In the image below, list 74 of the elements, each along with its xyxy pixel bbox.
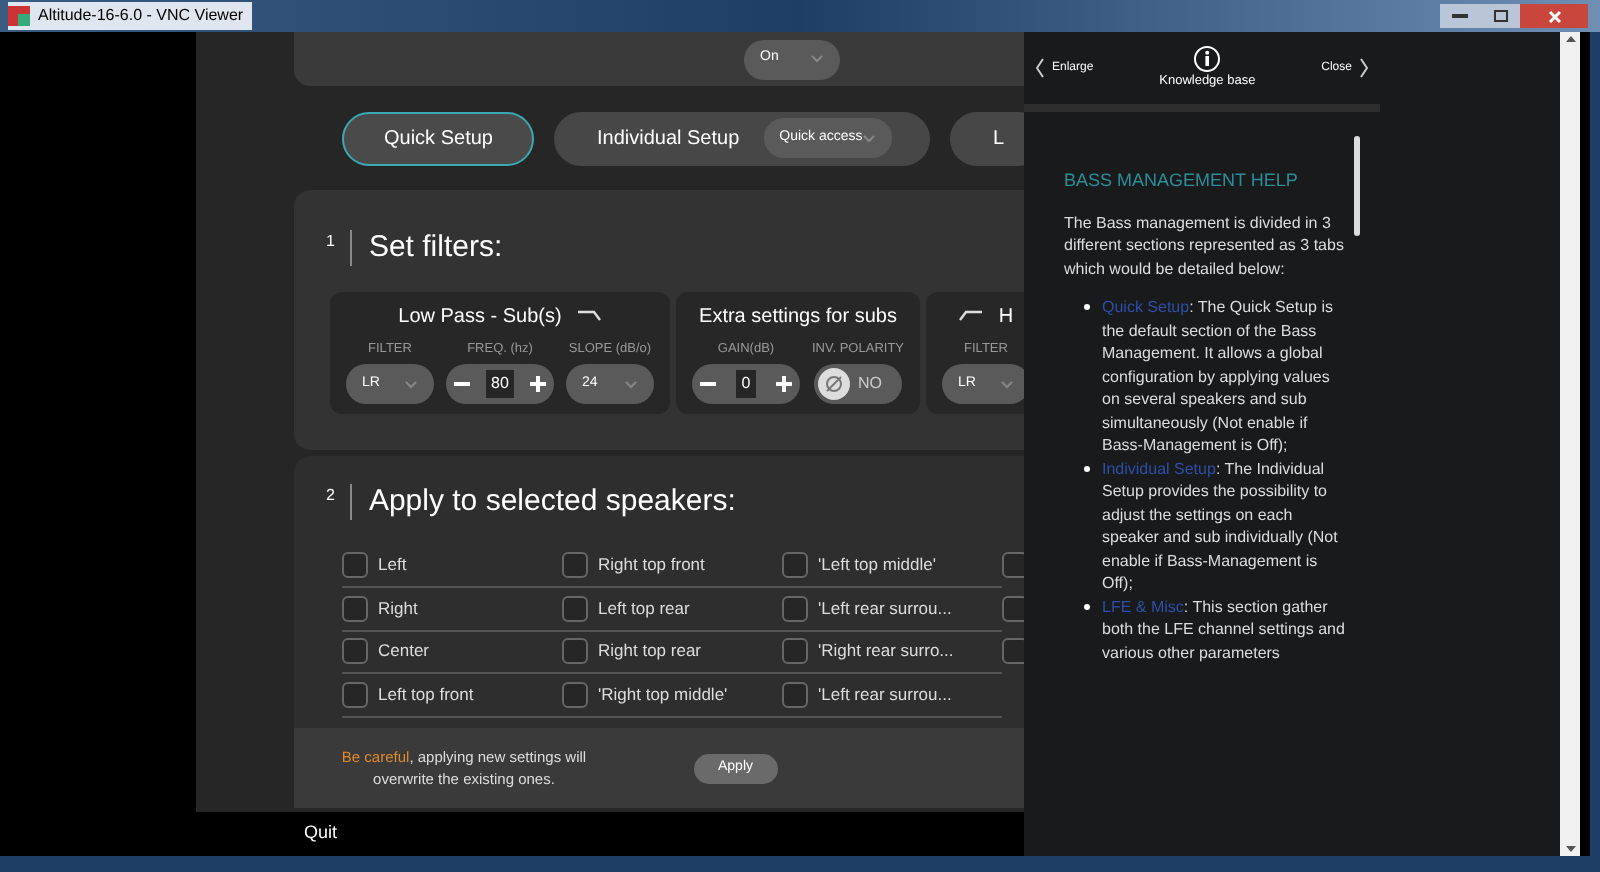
checkbox[interactable] [342, 552, 368, 579]
speaker-label: Center [378, 638, 430, 665]
checkbox[interactable] [1002, 638, 1024, 665]
checkbox[interactable] [342, 595, 368, 622]
checkbox[interactable] [1002, 552, 1024, 579]
window-title: Altitude-16-6.0 - VNC Viewer [38, 4, 244, 28]
panel-title: H [998, 303, 1014, 331]
minus-icon[interactable] [454, 382, 470, 387]
speaker-label: Right top front [598, 552, 705, 579]
scroll-down-icon[interactable] [1565, 846, 1575, 852]
checkbox[interactable] [782, 595, 808, 622]
speaker-label: Left top front [378, 681, 474, 708]
speaker-label: Left [378, 552, 407, 579]
checkbox[interactable] [342, 681, 368, 708]
speaker-label: Left top rear [598, 595, 690, 622]
checkbox[interactable] [1002, 595, 1024, 622]
lowpass-curve-icon [577, 310, 602, 322]
minus-icon[interactable] [700, 382, 716, 387]
polarity-icon [818, 368, 850, 401]
checkbox[interactable] [562, 595, 588, 622]
checkbox[interactable] [782, 552, 808, 579]
chevron-down-icon [404, 379, 418, 390]
section-title: Set filters: [368, 228, 503, 268]
checkbox[interactable] [562, 681, 588, 708]
help-heading: BASS MANAGEMENT HELP [1064, 168, 1300, 194]
stepper-value: 0 [735, 370, 757, 399]
plus-icon[interactable] [775, 376, 792, 393]
speaker-label: 'Right rear surro... [818, 638, 954, 665]
section-number: 1 [326, 230, 335, 254]
bullet-icon [1084, 603, 1090, 609]
highpass-curve-icon [958, 310, 983, 322]
panel-title: Low Pass - Sub(s) [398, 303, 562, 331]
chevron-down-icon [862, 133, 877, 143]
chevron-right-icon [1359, 58, 1368, 78]
checkbox[interactable] [782, 638, 808, 665]
help-bullet-text: Individual Setup: The Individual Setup provides the possibility to adjust the settings on each speaker and sub individually (Not enable if Bass-Management is Off); [1102, 457, 1340, 595]
tab[interactable]: L [950, 111, 1024, 165]
speaker-label: 'Left top middle' [818, 552, 937, 579]
checkbox[interactable] [782, 681, 808, 708]
window-scrollbar[interactable] [1560, 32, 1580, 856]
speaker-label: 'Left rear surrou... [818, 681, 952, 708]
speaker-label: 'Right top middle' [598, 681, 728, 708]
panel-title: Extra settings for subs [699, 303, 897, 331]
stepper[interactable]: 80 [446, 364, 554, 405]
close-icon[interactable] [1520, 4, 1588, 28]
chevron-down-icon [624, 379, 638, 390]
minimize-icon[interactable] [1440, 4, 1480, 28]
help-intro: The Bass management is divided in 3 different sections represented as 3 tabs which would be detailed below: [1064, 211, 1346, 280]
info-icon [1194, 45, 1221, 72]
chevron-down-icon [810, 54, 824, 64]
section-number: 2 [326, 484, 335, 508]
tab[interactable]: Quick Setup [342, 111, 535, 165]
stepper-value: 80 [485, 370, 515, 399]
plus-icon[interactable] [530, 376, 546, 393]
speaker-label: Right top rear [598, 638, 701, 665]
scrollbar-thumb[interactable] [1354, 136, 1360, 236]
bullet-icon [1084, 304, 1090, 310]
stepper[interactable]: 0 [692, 364, 800, 405]
speaker-label: Right [378, 595, 418, 622]
quit-button[interactable]: Quit [304, 820, 338, 848]
bullet-icon [1084, 465, 1090, 471]
scroll-up-icon[interactable] [1565, 36, 1575, 42]
section-title: Apply to selected speakers: [368, 482, 736, 522]
help-bullet-text: Quick Setup: The Quick Setup is the default section of the Bass Management. It allows a global configuration by applying values on several speakers and sub simultaneously (Not enable if Bass-Management is Off); [1102, 296, 1335, 457]
help-bullet-text: LFE & Misc: This section gather both the LFE channel settings and various other parameters [1102, 595, 1347, 664]
checkbox[interactable] [342, 638, 368, 665]
chevron-left-icon [1036, 58, 1044, 78]
checkbox[interactable] [562, 552, 588, 579]
polarity-toggle[interactable]: NO [814, 364, 902, 405]
checkbox[interactable] [562, 638, 588, 665]
maximize-icon[interactable] [1480, 4, 1520, 28]
app-icon [8, 6, 30, 26]
speaker-label: 'Left rear surrou... [818, 595, 952, 622]
chevron-down-icon [1000, 379, 1014, 390]
